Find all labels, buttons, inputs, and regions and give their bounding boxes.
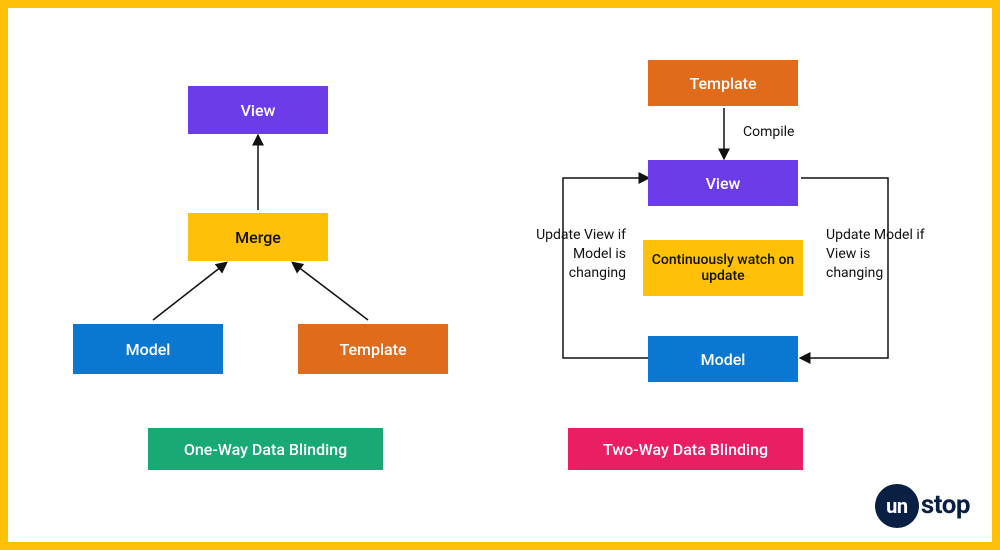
twoway-view-label: View bbox=[706, 174, 741, 193]
oneway-model-box: Model bbox=[73, 324, 223, 374]
twoway-view-box: View bbox=[648, 160, 798, 206]
oneway-template-label: Template bbox=[339, 340, 406, 359]
twoway-template-box: Template bbox=[648, 60, 798, 106]
oneway-model-label: Model bbox=[126, 340, 171, 359]
oneway-merge-label: Merge bbox=[235, 228, 281, 247]
oneway-title-label: One-Way Data Blinding bbox=[184, 440, 347, 459]
oneway-view-box: View bbox=[188, 86, 328, 134]
update-view-label: Update View if Model is changing bbox=[526, 226, 626, 283]
twoway-model-box: Model bbox=[648, 336, 798, 382]
oneway-merge-box: Merge bbox=[188, 213, 328, 261]
oneway-view-label: View bbox=[241, 101, 276, 120]
oneway-template-box: Template bbox=[298, 324, 448, 374]
twoway-title-badge: Two-Way Data Blinding bbox=[568, 428, 803, 470]
twoway-watch-label: Continuously watch on update bbox=[647, 252, 799, 284]
oneway-title-badge: One-Way Data Blinding bbox=[148, 428, 383, 470]
brand-logo: unstop bbox=[875, 484, 970, 528]
twoway-model-label: Model bbox=[701, 350, 746, 369]
twoway-watch-box: Continuously watch on update bbox=[643, 240, 803, 296]
twoway-title-label: Two-Way Data Blinding bbox=[603, 440, 768, 459]
diagram-frame: View Merge Model Template One-Way Data B… bbox=[0, 0, 1000, 550]
twoway-template-label: Template bbox=[689, 74, 756, 93]
update-model-label: Update Model if View is changing bbox=[826, 226, 926, 283]
brand-logo-prefix: un bbox=[875, 484, 919, 528]
brand-logo-suffix: stop bbox=[921, 490, 970, 520]
compile-label: Compile bbox=[743, 123, 823, 142]
